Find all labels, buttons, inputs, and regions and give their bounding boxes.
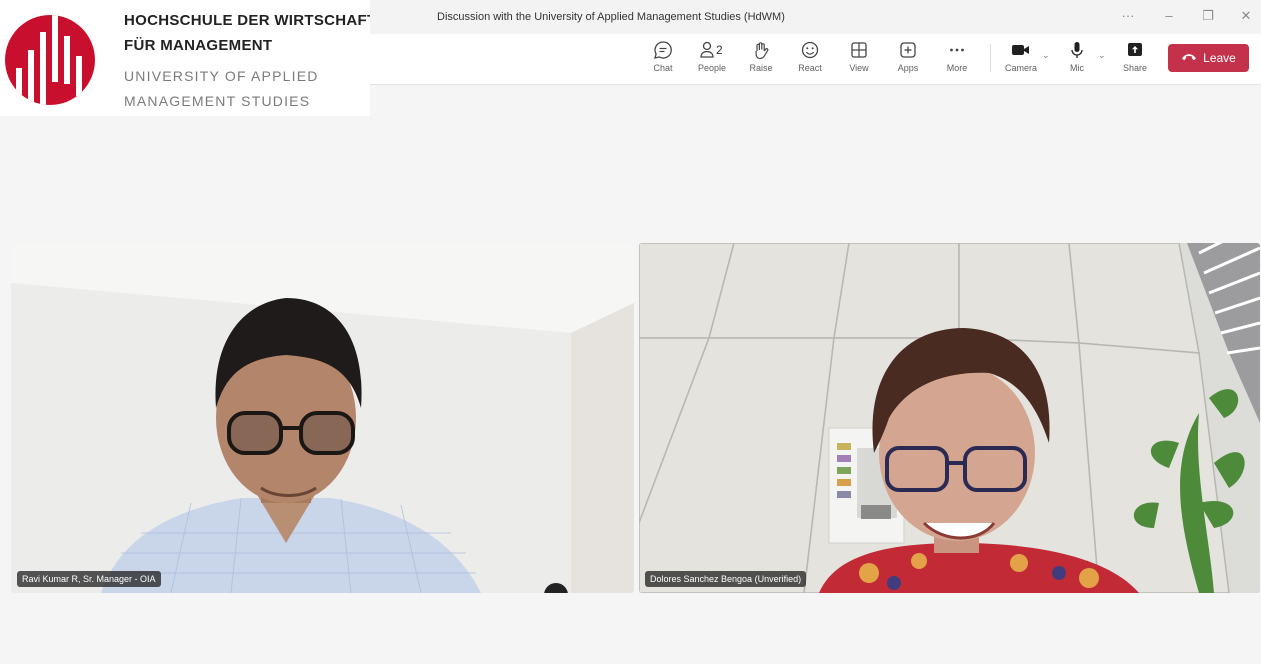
mic-button[interactable]: Mic bbox=[1054, 40, 1100, 73]
participant-video-tile[interactable]: Ravi Kumar R, Sr. Manager - OIA bbox=[11, 243, 634, 593]
more-button[interactable]: More bbox=[934, 40, 980, 73]
minimize-icon[interactable]: – bbox=[1159, 8, 1179, 23]
meeting-title: Discussion with the University of Applie… bbox=[437, 11, 785, 23]
share-screen-icon bbox=[1112, 40, 1158, 60]
react-label: React bbox=[798, 63, 822, 73]
share-label: Share bbox=[1122, 63, 1148, 73]
view-label: View bbox=[849, 63, 869, 73]
hdwm-logo-icon bbox=[5, 15, 95, 105]
chat-label: Chat bbox=[653, 63, 673, 73]
camera-options-chevron-icon[interactable]: ⌄ bbox=[1042, 50, 1050, 61]
phone-hangup-icon bbox=[1181, 51, 1197, 65]
chat-icon bbox=[640, 40, 686, 60]
camera-icon bbox=[998, 40, 1044, 60]
participant-name-label: Ravi Kumar R, Sr. Manager - OIA bbox=[17, 571, 161, 587]
logo-text-line2: FÜR MANAGEMENT bbox=[124, 37, 273, 54]
camera-label: Camera bbox=[1004, 63, 1037, 73]
apps-label: Apps bbox=[897, 63, 919, 73]
chat-button[interactable]: Chat bbox=[640, 40, 686, 73]
view-button[interactable]: View bbox=[836, 40, 882, 73]
people-icon: 2 bbox=[689, 40, 735, 60]
people-label: People bbox=[697, 63, 727, 73]
meeting-toolbar: Chat 2 People Raise React View Apps More… bbox=[370, 34, 1261, 85]
ellipsis-icon[interactable]: ··· bbox=[1118, 8, 1138, 23]
react-button[interactable]: React bbox=[787, 40, 833, 73]
participant-video-feed bbox=[639, 243, 1260, 593]
logo-text-line3: UNIVERSITY OF APPLIED bbox=[124, 68, 319, 84]
participant-name-label: Dolores Sanchez Bengoa (Unverified) bbox=[645, 571, 807, 587]
mic-options-chevron-icon[interactable]: ⌄ bbox=[1098, 50, 1106, 61]
raise-hand-button[interactable]: Raise bbox=[738, 40, 784, 73]
window-title-bar: Discussion with the University of Applie… bbox=[370, 0, 1261, 34]
close-icon[interactable]: ✕ bbox=[1236, 8, 1256, 24]
people-count-badge: 2 bbox=[716, 43, 723, 57]
people-button[interactable]: 2 People bbox=[689, 40, 735, 73]
microphone-icon bbox=[1054, 40, 1100, 60]
more-dots-icon bbox=[934, 40, 980, 60]
more-label: More bbox=[946, 63, 968, 73]
leave-label: Leave bbox=[1203, 51, 1236, 65]
raise-label: Raise bbox=[749, 63, 773, 73]
smiley-icon bbox=[787, 40, 833, 60]
camera-button[interactable]: Camera bbox=[998, 40, 1044, 73]
toolbar-divider bbox=[990, 44, 991, 72]
active-speaker-video-tile[interactable]: Dolores Sanchez Bengoa (Unverified) bbox=[639, 243, 1260, 593]
restore-icon[interactable]: ❐ bbox=[1198, 8, 1218, 24]
leave-button[interactable]: Leave bbox=[1168, 44, 1249, 72]
mic-label: Mic bbox=[1070, 63, 1084, 73]
logo-text-line4: MANAGEMENT STUDIES bbox=[124, 93, 311, 109]
raise-hand-icon bbox=[738, 40, 784, 60]
share-button[interactable]: Share bbox=[1112, 40, 1158, 73]
logo-text-line1: HOCHSCHULE DER WIRTSCHAFT bbox=[124, 12, 377, 29]
participant-video-feed bbox=[11, 243, 634, 593]
apps-plus-icon bbox=[885, 40, 931, 60]
university-logo: HOCHSCHULE DER WIRTSCHAFT FÜR MANAGEMENT… bbox=[0, 0, 376, 116]
apps-button[interactable]: Apps bbox=[885, 40, 931, 73]
grid-view-icon bbox=[836, 40, 882, 60]
